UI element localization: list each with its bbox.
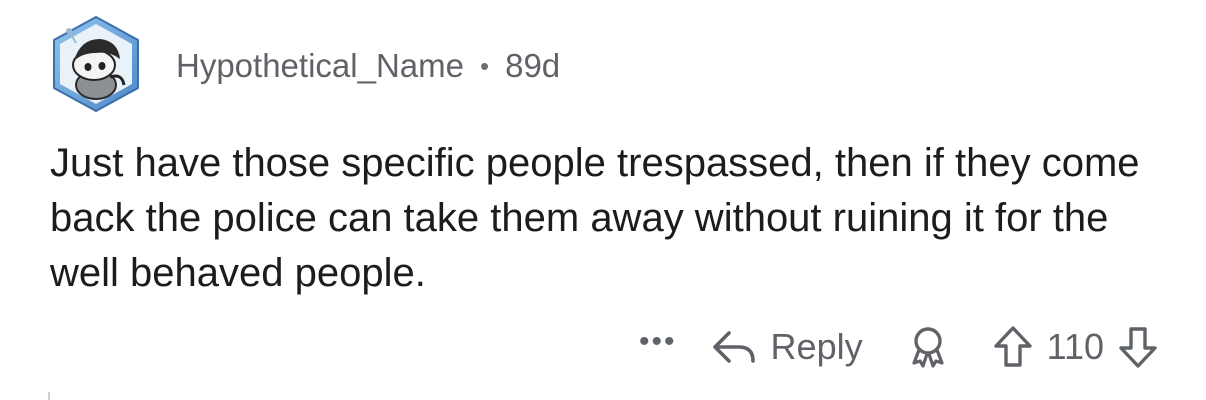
upvote-arrow-icon[interactable]	[993, 325, 1033, 369]
comment-body: Just have those specific people trespass…	[50, 141, 1140, 295]
reply-arrow-icon	[711, 327, 771, 367]
comment-actions: ••• Reply 110	[639, 320, 1158, 374]
downvote-arrow-icon[interactable]	[1118, 325, 1158, 369]
meta-separator: •	[479, 50, 490, 81]
more-options-button[interactable]: •••	[639, 327, 677, 367]
vote-controls: 110	[993, 325, 1158, 369]
reply-button[interactable]: Reply	[711, 326, 863, 368]
award-button[interactable]	[907, 325, 949, 369]
reply-label: Reply	[770, 326, 863, 367]
vote-count: 110	[1046, 326, 1104, 367]
comment-meta: Hypothetical_Name • 89d	[176, 47, 560, 85]
avatar[interactable]	[50, 15, 142, 113]
username[interactable]: Hypothetical_Name	[176, 47, 464, 85]
thread-line	[48, 392, 50, 400]
comment-header: Hypothetical_Name • 89d	[50, 14, 560, 114]
comment-age: 89d	[505, 47, 561, 84]
award-icon	[907, 325, 949, 369]
